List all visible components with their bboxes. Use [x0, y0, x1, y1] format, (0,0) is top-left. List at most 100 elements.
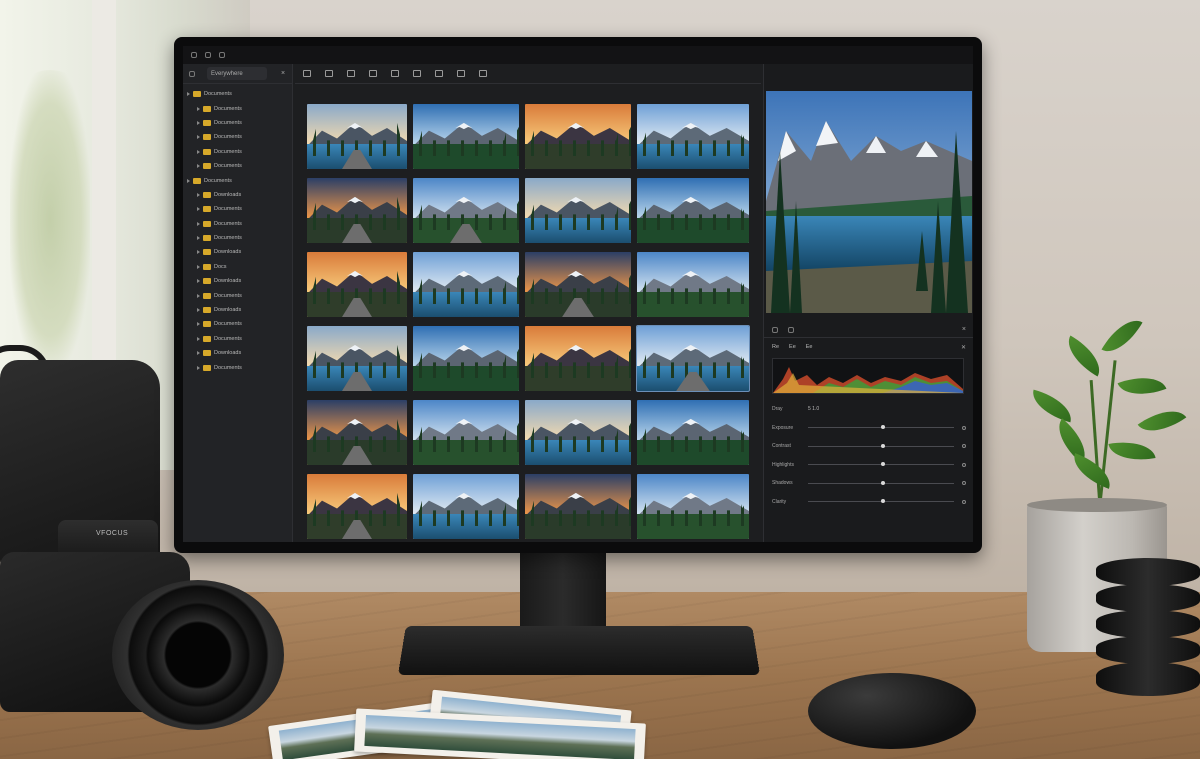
- slider-track[interactable]: [808, 499, 954, 504]
- chevron-right-icon[interactable]: [197, 322, 200, 327]
- reset-icon[interactable]: [962, 425, 966, 430]
- chevron-right-icon[interactable]: [197, 135, 200, 140]
- search-icon[interactable]: [189, 70, 195, 77]
- tab-basic[interactable]: Re: [772, 344, 779, 350]
- sidebar-folder-item[interactable]: Documents: [183, 317, 292, 331]
- photo-thumbnail[interactable]: [413, 252, 519, 317]
- chevron-right-icon[interactable]: [197, 236, 200, 241]
- slider-knob[interactable]: [881, 462, 885, 467]
- sidebar-folder-item[interactable]: Documents: [183, 87, 292, 101]
- photo-thumbnail[interactable]: [525, 474, 631, 539]
- share-icon[interactable]: [479, 70, 487, 77]
- chevron-right-icon[interactable]: [197, 351, 200, 356]
- photo-thumbnail[interactable]: [525, 326, 631, 391]
- photo-thumbnail[interactable]: [525, 252, 631, 317]
- sidebar-folder-item[interactable]: Documents: [183, 288, 292, 302]
- photo-thumbnail[interactable]: [413, 326, 519, 391]
- window-icon[interactable]: [205, 52, 211, 58]
- chevron-right-icon[interactable]: [187, 92, 190, 97]
- chevron-right-icon[interactable]: [197, 264, 200, 269]
- chevron-right-icon[interactable]: [197, 293, 200, 298]
- slider-track[interactable]: [808, 425, 954, 430]
- photo-thumbnail[interactable]: [525, 178, 631, 243]
- chevron-right-icon[interactable]: [197, 207, 200, 212]
- slider-track[interactable]: [808, 443, 954, 448]
- chevron-right-icon[interactable]: [197, 279, 200, 284]
- sidebar-folder-item[interactable]: Documents: [183, 173, 292, 187]
- chevron-right-icon[interactable]: [197, 192, 200, 197]
- layout-icon[interactable]: [219, 52, 225, 58]
- slider-knob[interactable]: [881, 443, 885, 448]
- photo-thumbnail[interactable]: [307, 474, 407, 539]
- sidebar-folder-item[interactable]: Documents: [183, 159, 292, 173]
- crop-icon[interactable]: [413, 70, 421, 77]
- tab-effects[interactable]: Ee: [789, 344, 796, 350]
- photo-thumbnail[interactable]: [637, 474, 749, 539]
- chevron-right-icon[interactable]: [197, 365, 200, 370]
- import-icon[interactable]: [303, 70, 311, 77]
- photo-thumbnail[interactable]: [637, 104, 749, 169]
- sidebar-folder-item[interactable]: Documents: [183, 130, 292, 144]
- reset-icon[interactable]: [962, 462, 966, 467]
- sidebar-folder-item[interactable]: Downloads: [183, 188, 292, 202]
- photo-thumbnail[interactable]: [636, 325, 750, 392]
- sidebar-folder-item[interactable]: Documents: [183, 116, 292, 130]
- sidebar-folder-item[interactable]: Downloads: [183, 245, 292, 259]
- chevron-right-icon[interactable]: [197, 221, 200, 226]
- close-icon[interactable]: ×: [962, 326, 966, 333]
- photo-thumbnail[interactable]: [413, 104, 519, 169]
- photo-thumbnail[interactable]: [307, 326, 407, 391]
- loupe-icon[interactable]: [391, 70, 399, 77]
- photo-thumbnail[interactable]: [637, 178, 749, 243]
- slider-knob[interactable]: [881, 499, 885, 504]
- slider-knob[interactable]: [881, 480, 885, 485]
- chevron-right-icon[interactable]: [197, 336, 200, 341]
- photo-thumbnail[interactable]: [637, 400, 749, 465]
- folder-icon[interactable]: [325, 70, 333, 77]
- reset-icon[interactable]: [962, 481, 966, 486]
- chevron-right-icon[interactable]: [197, 120, 200, 125]
- search-icon[interactable]: [191, 52, 197, 58]
- compare-icon[interactable]: [369, 70, 377, 77]
- photo-thumbnail[interactable]: [307, 400, 407, 465]
- sidebar-folder-item[interactable]: Downloads: [183, 274, 292, 288]
- photo-thumbnail[interactable]: [413, 178, 519, 243]
- sidebar-folder-item[interactable]: Documents: [183, 360, 292, 374]
- sidebar-folder-item[interactable]: Documents: [183, 332, 292, 346]
- rotate-icon[interactable]: [435, 70, 443, 77]
- close-icon[interactable]: ×: [281, 70, 289, 77]
- photo-thumbnail[interactable]: [637, 252, 749, 317]
- chevron-right-icon[interactable]: [197, 149, 200, 154]
- photo-thumbnail[interactable]: [307, 178, 407, 243]
- reset-icon[interactable]: [962, 499, 966, 504]
- chevron-right-icon[interactable]: [197, 106, 200, 111]
- sidebar-folder-item[interactable]: Docs: [183, 260, 292, 274]
- sidebar-folder-item[interactable]: Documents: [183, 145, 292, 159]
- eye-icon[interactable]: [788, 326, 794, 333]
- photo-thumbnail[interactable]: [525, 104, 631, 169]
- sidebar-folder-item[interactable]: Documents: [183, 101, 292, 115]
- collapse-icon[interactable]: ✕: [961, 344, 966, 351]
- grid-icon[interactable]: [347, 70, 355, 77]
- chevron-right-icon[interactable]: [187, 178, 190, 183]
- sidebar-folder-item[interactable]: Downloads: [183, 303, 292, 317]
- chevron-right-icon[interactable]: [197, 308, 200, 313]
- sidebar-folder-item[interactable]: Documents: [183, 231, 292, 245]
- sidebar-folder-item[interactable]: Documents: [183, 217, 292, 231]
- slider-knob[interactable]: [881, 425, 885, 430]
- sidebar-folder-item[interactable]: Documents: [183, 202, 292, 216]
- slider-track[interactable]: [808, 462, 954, 467]
- slider-track[interactable]: [808, 480, 954, 485]
- photo-thumbnail[interactable]: [413, 474, 519, 539]
- chevron-right-icon[interactable]: [197, 164, 200, 169]
- chevron-right-icon[interactable]: [197, 250, 200, 255]
- sidebar-folder-item[interactable]: Downloads: [183, 346, 292, 360]
- reset-icon[interactable]: [962, 444, 966, 449]
- camera-icon[interactable]: [772, 326, 778, 333]
- photo-thumbnail[interactable]: [525, 400, 631, 465]
- photo-thumbnail[interactable]: [307, 252, 407, 317]
- tab-export[interactable]: Ee: [806, 344, 813, 350]
- search-input[interactable]: Everywhere: [207, 67, 267, 80]
- photo-thumbnail[interactable]: [413, 400, 519, 465]
- photo-thumbnail[interactable]: [307, 104, 407, 169]
